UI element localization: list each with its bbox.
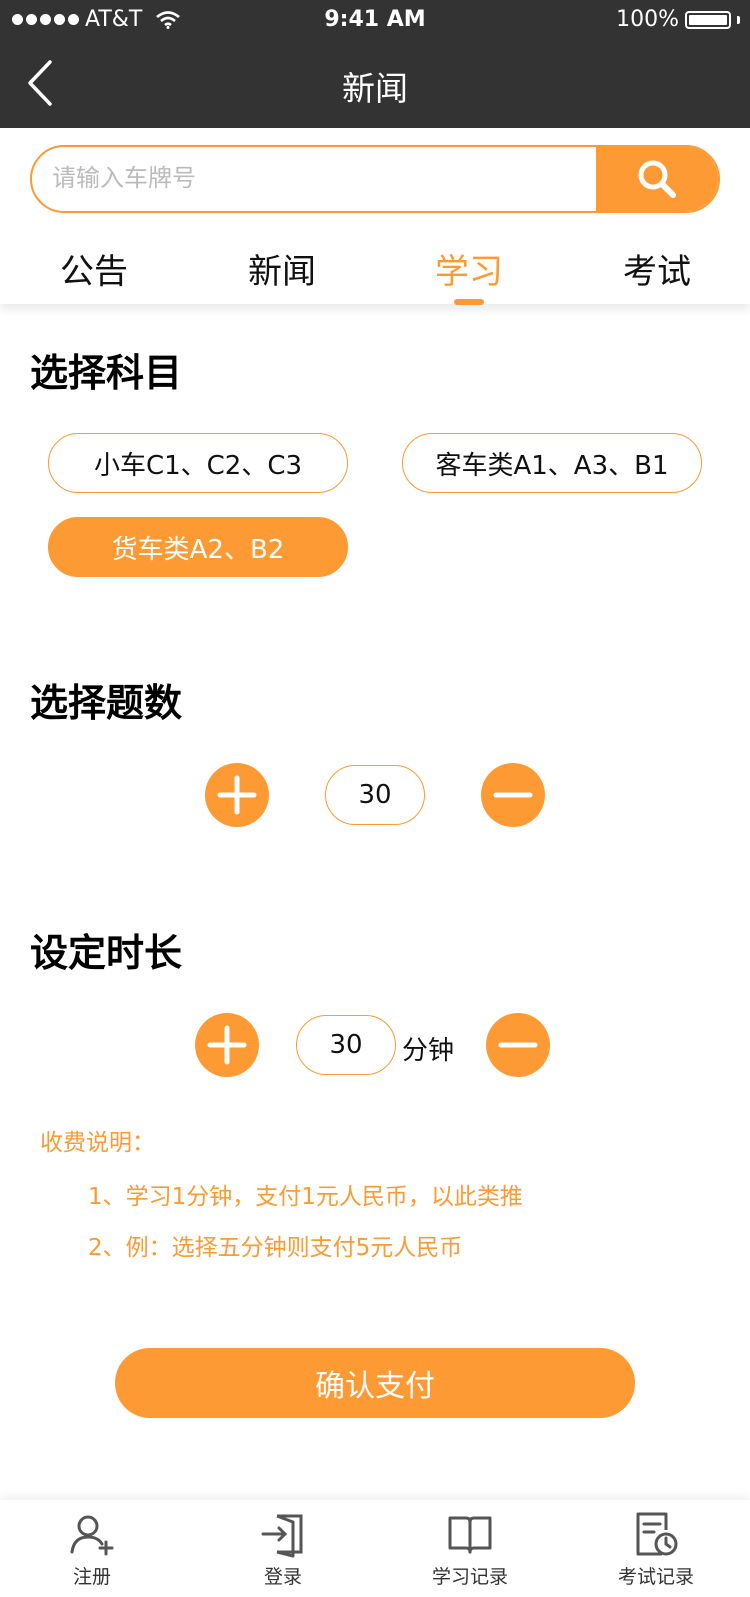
search-bar	[30, 145, 720, 213]
duration-value[interactable]: 30	[296, 1015, 396, 1075]
plus-icon	[217, 775, 257, 815]
user-add-icon	[70, 1515, 114, 1556]
fee-notes-title: 收费说明：	[40, 1130, 155, 1156]
page-title: 新闻	[342, 69, 408, 108]
confirm-pay-button[interactable]: 确认支付	[115, 1348, 635, 1418]
question-decrease-button[interactable]	[481, 763, 545, 827]
plus-icon	[207, 1025, 247, 1065]
question-count-title: 选择题数	[30, 681, 183, 725]
book-icon	[448, 1516, 492, 1554]
subject-section-title: 选择科目	[30, 351, 183, 395]
subject-option-truck[interactable]: 货车类A2、B2	[48, 517, 348, 577]
bottom-nav: 注册 登录 学习记录 考试记录	[0, 1500, 750, 1597]
duration-unit: 分钟	[402, 1036, 455, 1066]
search-input[interactable]	[32, 147, 598, 211]
login-icon	[261, 1514, 303, 1558]
battery-percent: 100%	[616, 7, 679, 32]
bottom-nav-exam-record[interactable]: 考试记录	[586, 1510, 726, 1589]
fee-note-item: 2、例：选择五分钟则支付5元人民币	[88, 1235, 463, 1261]
tab-label: 考试	[623, 252, 691, 292]
tab-announcement[interactable]: 公告	[24, 244, 164, 293]
exam-record-icon	[636, 1512, 678, 1556]
subject-option-small-car[interactable]: 小车C1、C2、C3	[48, 433, 348, 493]
battery-icon	[685, 10, 731, 29]
tab-study[interactable]: 学习	[399, 244, 539, 305]
tab-label: 学习	[435, 252, 503, 292]
app-screen: AT&T 9:41 AM 100% 新闻 请输入车牌号 公告 新闻 学习 考试 …	[0, 0, 750, 1597]
question-increase-button[interactable]	[205, 763, 269, 827]
fee-note-item: 1、学习1分钟，支付1元人民币，以此类推	[88, 1184, 523, 1210]
duration-decrease-button[interactable]	[486, 1013, 550, 1077]
tab-news[interactable]: 新闻	[212, 244, 352, 293]
duration-increase-button[interactable]	[195, 1013, 259, 1077]
minus-icon	[493, 792, 533, 798]
question-count-value[interactable]: 30	[325, 765, 425, 825]
tab-label: 新闻	[248, 252, 316, 292]
nav-bar: 新闻	[0, 40, 750, 128]
bottom-nav-label: 登录	[263, 1566, 302, 1588]
battery-tip	[737, 15, 740, 24]
bottom-nav-login[interactable]: 登录	[213, 1510, 353, 1589]
search-button[interactable]	[596, 147, 718, 211]
tab-exam[interactable]: 考试	[587, 244, 727, 293]
battery-info: 100%	[616, 7, 740, 32]
header-bar: AT&T 9:41 AM 100% 新闻	[0, 0, 750, 128]
bottom-nav-label: 注册	[72, 1566, 111, 1588]
bottom-nav-label: 学习记录	[431, 1566, 508, 1588]
search-icon	[638, 160, 676, 198]
active-tab-indicator	[454, 299, 484, 305]
category-tabs: 公告 新闻 学习 考试	[0, 232, 750, 305]
bottom-nav-label: 考试记录	[617, 1566, 694, 1588]
tab-label: 公告	[60, 252, 128, 292]
duration-section-title: 设定时长	[30, 931, 183, 975]
bottom-nav-register[interactable]: 注册	[22, 1510, 162, 1589]
minus-icon	[498, 1042, 538, 1048]
status-bar: AT&T 9:41 AM 100%	[0, 0, 750, 40]
bottom-nav-study-record[interactable]: 学习记录	[400, 1510, 540, 1589]
subject-option-bus[interactable]: 客车类A1、A3、B1	[402, 433, 702, 493]
